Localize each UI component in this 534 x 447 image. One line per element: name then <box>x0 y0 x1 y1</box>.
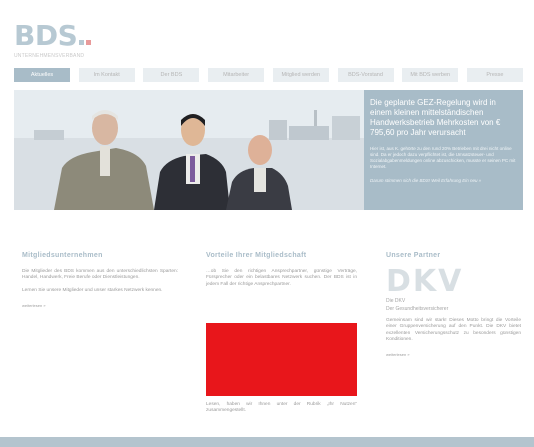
dkv-logo[interactable]: DKV <box>386 267 521 297</box>
main-navigation: Aktuelles Im Kontakt Der BDS Mitarbeiter… <box>14 68 523 82</box>
nav-tab-mitglied-werden[interactable]: Mitglied werden <box>272 68 329 82</box>
hero-headline: Die geplante GEZ-Regelung wird in einem … <box>370 98 501 137</box>
logo-tagline: UNTERNEHMENSVERBAND <box>14 53 85 59</box>
members-text-2: Lernen Sie unsere Mitglieder und unser s… <box>22 287 163 293</box>
bds-logo[interactable]: BDS UNTERNEHMENSVERBAND <box>14 22 92 59</box>
benefits-section: Vorteile Ihrer Mitgliedschaft …ob Sie de… <box>206 252 357 288</box>
logo-wordmark: BDS <box>14 22 92 50</box>
hero-text: Hier ist, aus K. gehörte zu den rund 20%… <box>370 146 516 169</box>
members-title: Mitgliedsunternehmen <box>22 252 103 259</box>
video-placeholder[interactable] <box>206 323 357 396</box>
partners-section: Unsere Partner DKV Die DKV Der Gesundhei… <box>386 252 521 357</box>
partners-text: Gemeinsam sind wir stark! Dieses Motto b… <box>386 318 521 342</box>
nav-tab-der-bds[interactable]: Der BDS <box>143 68 200 82</box>
footer-bar <box>0 437 534 447</box>
members-section: Mitgliedsunternehmen Die Mitglieder des … <box>22 252 178 308</box>
dkv-caption-2: Der Gesundheitsversicherer <box>386 305 449 312</box>
nav-tab-werben[interactable]: Mit BDS werben <box>402 68 459 82</box>
hero-read-more-link[interactable]: Darum stimmen sich die BDS! Weil Erfahru… <box>370 178 517 184</box>
members-text: Die Mitglieder des BDS kommen aus den un… <box>22 269 178 281</box>
benefits-text-2: Lesen, haben wir Ihnen unter der Rubrik … <box>206 402 357 414</box>
partners-title: Unsere Partner <box>386 252 441 259</box>
nav-tab-kontakt[interactable]: Im Kontakt <box>78 68 135 82</box>
partners-read-more-link[interactable]: weiterlesen » <box>386 352 521 357</box>
nav-tab-presse[interactable]: Presse <box>466 68 523 82</box>
hero-teaser-panel[interactable]: Die geplante GEZ-Regelung wird in einem … <box>364 90 523 210</box>
nav-tab-mitarbeiter[interactable]: Mitarbeiter <box>208 68 265 82</box>
hero-photo <box>14 90 364 210</box>
hero-photo-illustration <box>14 90 364 210</box>
nav-tab-aktuelles[interactable]: Aktuelles <box>14 68 70 82</box>
members-read-more-link[interactable]: weiterlesen » <box>22 303 178 308</box>
benefits-text: …ob Sie den richtigen Ansprechpartner, g… <box>206 269 357 287</box>
benefits-footnote-wrap: Lesen, haben wir Ihnen unter der Rubrik … <box>206 402 357 415</box>
benefits-title: Vorteile Ihrer Mitgliedschaft <box>206 252 307 259</box>
nav-tab-vorstand[interactable]: BDS-Vorstand <box>337 68 394 82</box>
